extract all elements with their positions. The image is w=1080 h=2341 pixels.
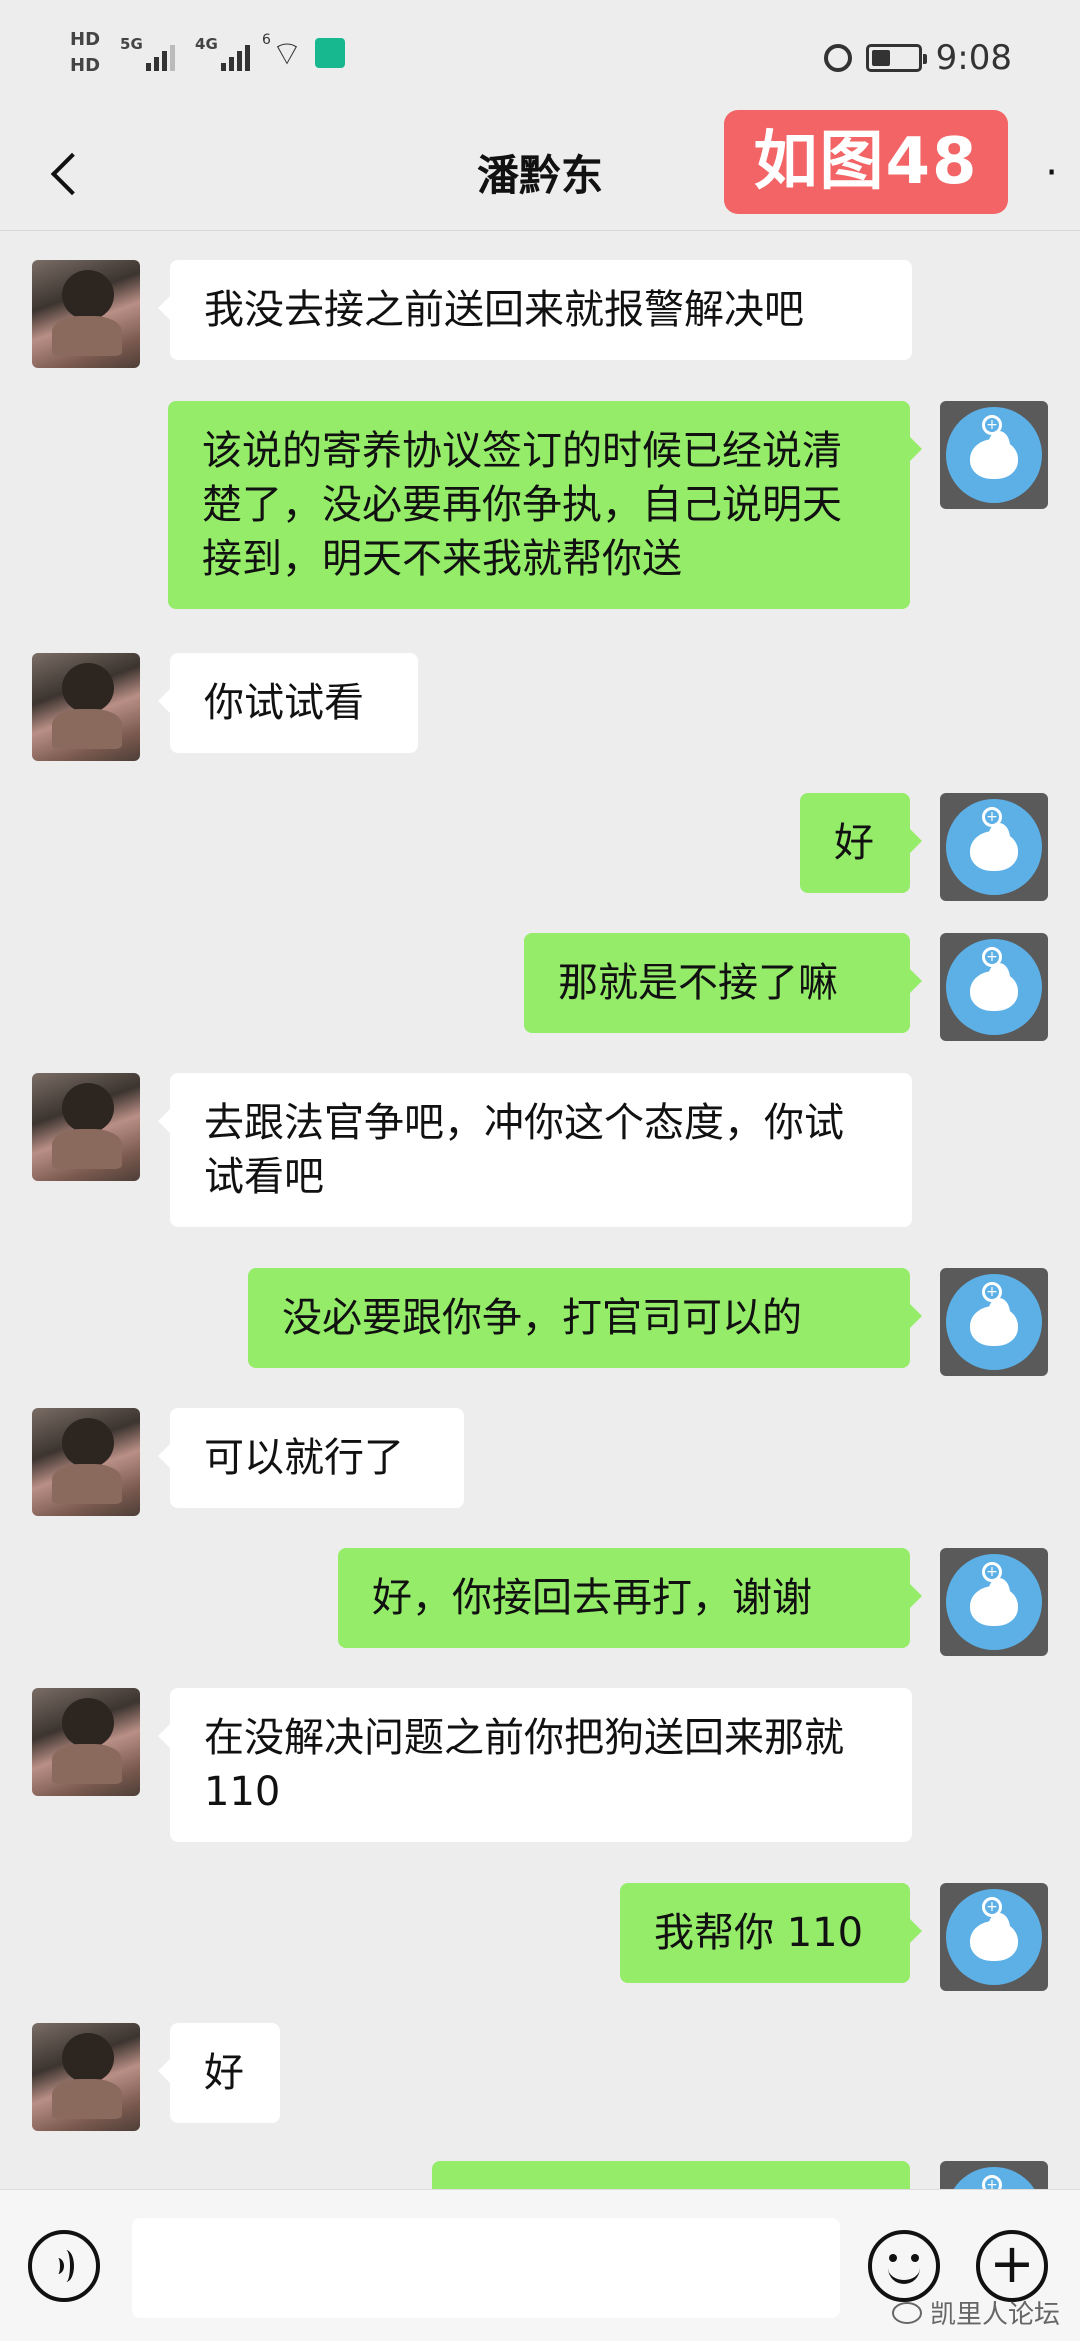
watermark: 凯里人论坛 (891, 2294, 1060, 2331)
chat-history[interactable]: 我没去接之前送回来就报警解决吧 + 该说的寄养协议签订的时候已经说清楚了，没必要… (0, 231, 1080, 2189)
more-options-button[interactable]: · (1045, 150, 1058, 196)
message-bubble[interactable] (432, 2161, 910, 2189)
figure-stamp: 如图48 (724, 110, 1008, 214)
message-bubble[interactable]: 你试试看 (158, 653, 418, 753)
app-badge-icon (314, 38, 345, 68)
contact-avatar[interactable] (32, 653, 140, 761)
my-avatar[interactable]: + (940, 793, 1048, 901)
contact-avatar[interactable] (32, 1688, 140, 1796)
message-bubble[interactable]: 好，你接回去再打，谢谢 (338, 1548, 922, 1648)
signal-icon-2: 4G (195, 35, 251, 71)
message-bubble[interactable]: 去跟法官争吧，冲你这个态度，你试试看吧 (158, 1073, 912, 1227)
watermark-text: 凯里人论坛 (929, 2300, 1060, 2330)
status-left: HD HD 5G 4G 6⌔ (70, 30, 345, 76)
wifi-6-label: 6 (262, 31, 271, 48)
contact-avatar[interactable] (32, 1408, 140, 1516)
my-avatar[interactable]: + (940, 2161, 1048, 2189)
emoji-icon[interactable] (868, 2230, 940, 2302)
hd-indicator: HD HD (70, 30, 100, 76)
status-time: 9:08 (935, 38, 1012, 78)
signal-icon: 5G (120, 35, 176, 71)
my-avatar[interactable]: + (940, 1268, 1048, 1376)
message-bubble[interactable]: 没必要跟你争，打官司可以的 (248, 1268, 922, 1368)
hd-label-2: HD (70, 55, 101, 76)
message-bubble[interactable]: 在没解决问题之前你把狗送回来那就 110 (158, 1688, 912, 1842)
contact-avatar[interactable] (32, 1073, 140, 1181)
voice-input-icon[interactable] (28, 2230, 100, 2302)
network-4g-label: 4G (195, 35, 218, 53)
alarm-icon (823, 44, 852, 72)
message-bubble[interactable]: 好 (158, 2023, 280, 2123)
contact-avatar[interactable] (32, 260, 140, 368)
wifi-icon: 6⌔ (262, 31, 303, 74)
wechat-logo-icon (891, 2301, 922, 2324)
input-bar: + 凯里人论坛 (0, 2189, 1080, 2341)
my-avatar[interactable]: + (940, 1548, 1048, 1656)
message-bubble[interactable]: 该说的寄养协议签订的时候已经说清楚了，没必要再你争执，自己说明天接到，明天不来我… (168, 401, 922, 609)
my-avatar[interactable]: + (940, 401, 1048, 509)
message-bubble[interactable]: 那就是不接了嘛 (524, 933, 922, 1033)
hd-label-1: HD (70, 29, 101, 50)
contact-avatar[interactable] (32, 2023, 140, 2131)
plus-icon[interactable]: + (976, 2230, 1048, 2302)
message-bubble[interactable]: 我没去接之前送回来就报警解决吧 (158, 260, 912, 360)
message-bubble[interactable]: 我帮你 110 (620, 1883, 922, 1983)
status-right: 9:08 (823, 38, 1012, 78)
message-bubble[interactable]: 好 (800, 793, 922, 893)
battery-icon (865, 44, 927, 72)
my-avatar[interactable]: + (940, 1883, 1048, 1991)
status-bar: HD HD 5G 4G 6⌔ 9:08 (0, 0, 1080, 120)
message-bubble[interactable]: 可以就行了 (158, 1408, 464, 1508)
message-input[interactable] (132, 2218, 840, 2318)
my-avatar[interactable]: + (940, 933, 1048, 1041)
network-5g-label: 5G (120, 35, 143, 53)
